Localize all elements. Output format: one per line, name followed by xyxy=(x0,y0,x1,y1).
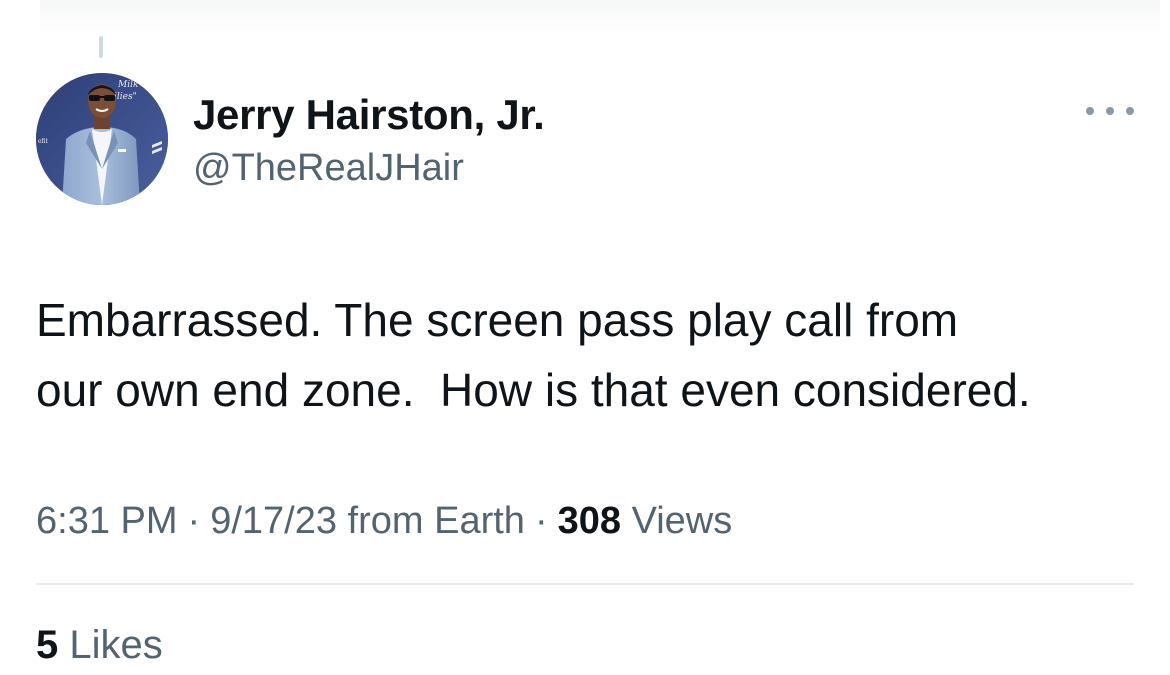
likes-count: 5 xyxy=(36,623,59,667)
tweet-text-line-2: our own end zone. How is that even consi… xyxy=(36,364,1031,416)
author-info: Jerry Hairston, Jr. @TheRealJHair xyxy=(193,90,545,192)
avatar-photo: Milk ilies" efit xyxy=(36,73,168,205)
more-horizontal-icon-dot xyxy=(1106,107,1114,115)
user-handle[interactable]: @TheRealJHair xyxy=(193,144,545,192)
views-label[interactable]: Views xyxy=(632,500,733,542)
svg-text:Milk: Milk xyxy=(117,80,138,90)
more-horizontal-icon-dot xyxy=(1126,107,1134,115)
display-name[interactable]: Jerry Hairston, Jr. xyxy=(193,90,545,140)
svg-text:ilies": ilies" xyxy=(114,92,137,102)
tweet-text: Embarrassed. The screen pass play call f… xyxy=(36,285,1146,425)
tweet-metadata: 6:31 PM · 9/17/23 from Earth · 308 Views xyxy=(36,495,732,547)
svg-text:efit: efit xyxy=(38,138,49,145)
more-horizontal-icon xyxy=(1086,107,1094,115)
tweet-date[interactable]: 9/17/23 xyxy=(210,500,337,542)
tweet-time[interactable]: 6:31 PM xyxy=(36,500,178,542)
meta-separator: · xyxy=(534,500,548,542)
meta-separator: · xyxy=(187,500,201,542)
tweet: Milk ilies" efit Jerry Hairston, Jr. @Th… xyxy=(0,0,1170,675)
likes-label: Likes xyxy=(69,623,163,667)
views-count[interactable]: 308 xyxy=(558,500,621,542)
tweet-text-line-1: Embarrassed. The screen pass play call f… xyxy=(36,294,959,346)
tweet-source: from Earth xyxy=(347,500,525,542)
divider xyxy=(36,583,1134,585)
more-options-button[interactable] xyxy=(1082,96,1138,126)
avatar[interactable]: Milk ilies" efit xyxy=(36,73,168,205)
likes-link[interactable]: 5 Likes xyxy=(36,620,163,670)
